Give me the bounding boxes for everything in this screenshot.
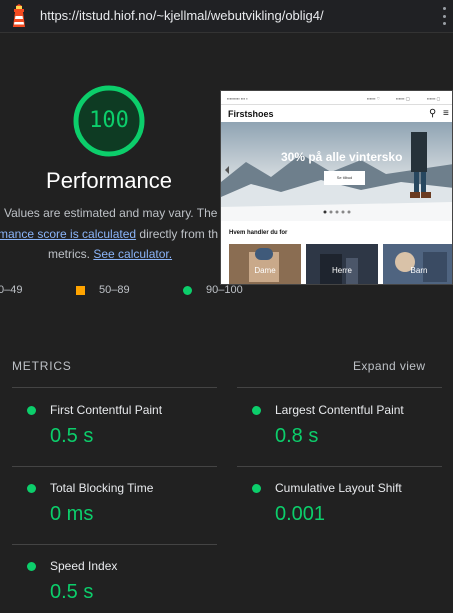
- preview-menu-icon: ≡: [443, 108, 449, 119]
- description-line: metrics. See calculator.: [48, 247, 172, 261]
- see-calculator-link[interactable]: See calculator.: [93, 247, 172, 261]
- description-line: rmance score is calculated directly from…: [0, 227, 218, 241]
- preview-section-title: Hvem handler du for: [229, 230, 288, 236]
- gauge-title: Performance: [46, 168, 172, 193]
- metric-value-tbt: 0 ms: [50, 503, 94, 525]
- preview-hero-title: 30% på alle vintersko: [281, 150, 403, 164]
- metric-label-fcp: First Contentful Paint: [50, 403, 163, 417]
- metric-value-fcp: 0.5 s: [50, 425, 94, 447]
- divider: [12, 466, 217, 467]
- divider: [12, 387, 217, 388]
- pass-dot-icon: [252, 484, 261, 493]
- divider: [237, 387, 442, 388]
- preview-card-dame: Dame: [229, 244, 301, 284]
- lighthouse-logo-icon: [13, 4, 25, 27]
- metrics-heading: METRICS: [12, 359, 72, 373]
- preview-topbar: ▪▪▪▪▪▪▪▪▪ ▪▪▪ ▪ ▪▪▪▪▪▪ ♡ ▪▪▪▪▪▪ ◯ ▪▪▪▪▪▪…: [221, 91, 452, 105]
- description-line: Values are estimated and may vary. The: [4, 206, 218, 220]
- metric-label-cls: Cumulative Layout Shift: [275, 481, 402, 495]
- pass-dot-icon: [27, 484, 36, 493]
- legend-pass: 90–100: [206, 284, 243, 296]
- metric-label-lcp: Largest Contentful Paint: [275, 403, 404, 417]
- expand-view-button[interactable]: Expand view: [353, 359, 425, 373]
- legend-average: 50–89: [99, 284, 130, 296]
- preview-search-icon: ⚲: [429, 108, 437, 119]
- metric-value-si: 0.5 s: [50, 581, 94, 603]
- average-square-icon: [76, 286, 85, 295]
- pass-dot-icon: [27, 406, 36, 415]
- divider: [237, 466, 442, 467]
- preview-card-label: Dame: [254, 266, 276, 275]
- pass-dot-icon: [27, 562, 36, 571]
- more-options-icon[interactable]: [441, 7, 447, 25]
- description-text: directly from th: [136, 227, 219, 241]
- preview-card-label: Herre: [331, 266, 352, 275]
- preview-card-barn: Barn: [383, 244, 452, 284]
- page-screenshot-preview[interactable]: ▪▪▪▪▪▪▪▪▪ ▪▪▪ ▪ ▪▪▪▪▪▪ ♡ ▪▪▪▪▪▪ ◯ ▪▪▪▪▪▪…: [220, 90, 453, 285]
- metric-value-cls: 0.001: [275, 503, 326, 525]
- preview-hero-button: Se tilbud: [324, 171, 365, 185]
- score-calculated-link[interactable]: rmance score is calculated: [0, 227, 136, 241]
- preview-hero: 30% på alle vintersko Se tilbud: [221, 122, 452, 221]
- page-url[interactable]: https://itstud.hiof.no/~kjellmal/webutvi…: [40, 8, 324, 23]
- pass-dot-icon: [252, 406, 261, 415]
- performance-score: 100: [89, 108, 129, 133]
- metric-value-lcp: 0.8 s: [275, 425, 319, 447]
- preview-card-label: Barn: [410, 266, 428, 275]
- preview-brand: Firstshoes: [228, 109, 274, 119]
- metric-label-tbt: Total Blocking Time: [50, 481, 154, 495]
- preview-card-herre: Herre: [306, 244, 378, 284]
- description-text: metrics.: [48, 247, 94, 261]
- pass-dot-icon: [183, 286, 192, 295]
- divider: [12, 544, 217, 545]
- metric-label-si: Speed Index: [50, 559, 118, 573]
- legend-fail: 0–49: [0, 284, 23, 296]
- address-bar: https://itstud.hiof.no/~kjellmal/webutvi…: [0, 0, 453, 33]
